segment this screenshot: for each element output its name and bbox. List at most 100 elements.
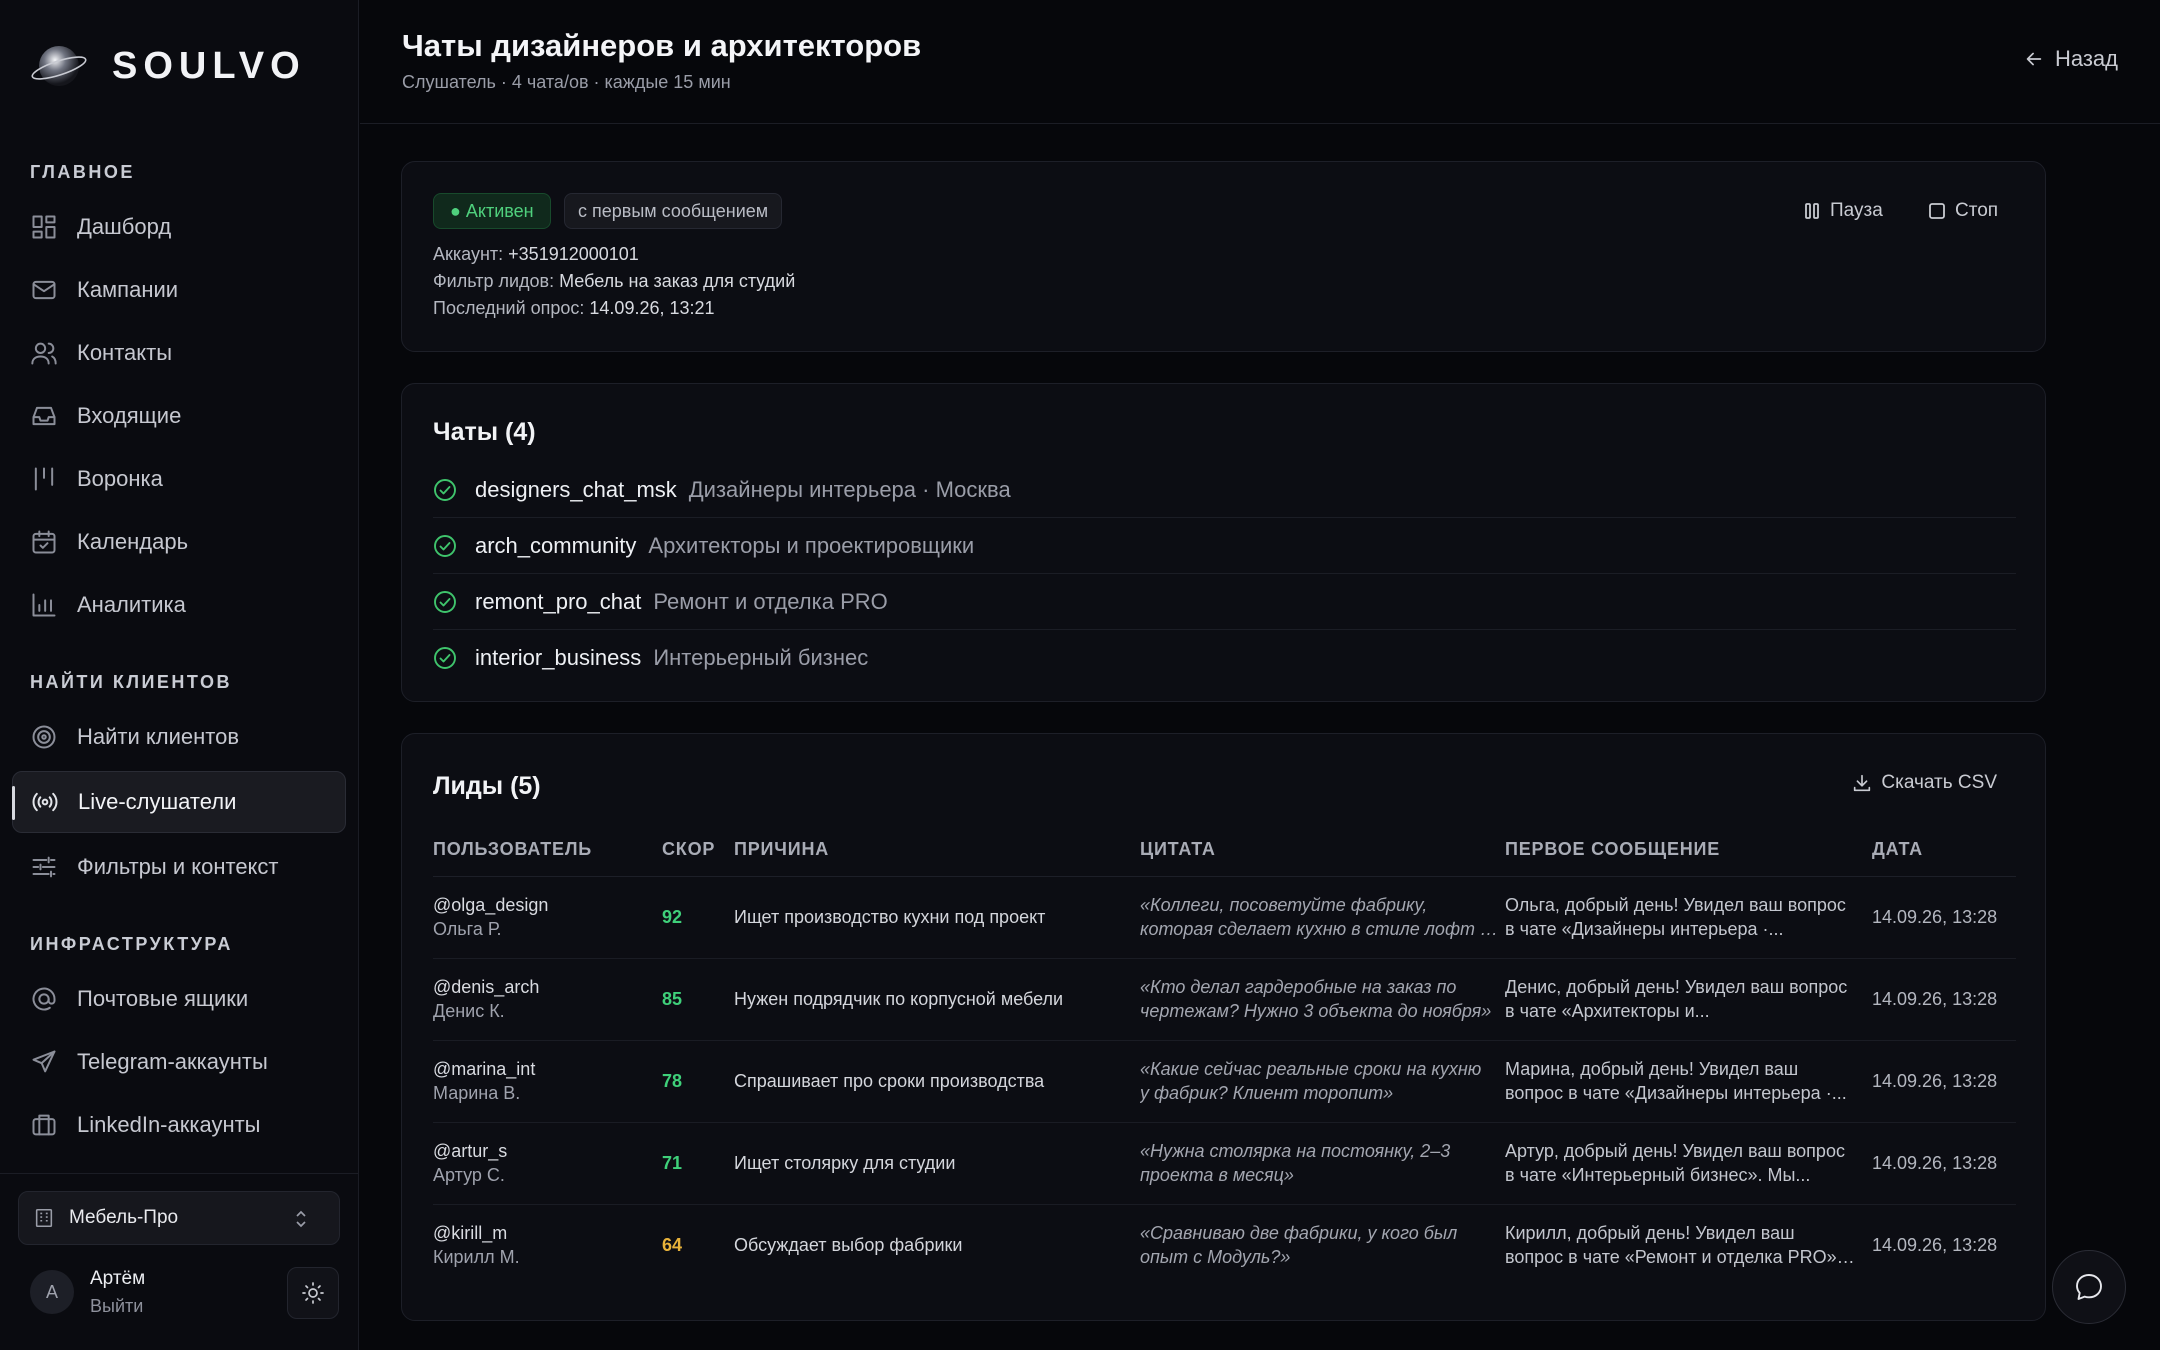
chat-handle: arch_community — [475, 532, 637, 558]
column-header-score[interactable]: СКОР — [662, 839, 715, 860]
lead-reason: Спрашивает про сроки производства — [734, 1071, 1045, 1091]
lead-score: 85 — [662, 989, 683, 1009]
sidebar-item-contacts[interactable]: Контакты — [12, 322, 346, 384]
column-header-quote[interactable]: ЦИТАТА — [1140, 839, 1216, 860]
sidebar-item-label: Live-слушатели — [78, 789, 237, 814]
column-header-first-message[interactable]: ПЕРВОЕ СООБЩЕНИЕ — [1505, 839, 1720, 860]
arrow-left-icon — [2026, 52, 2042, 66]
sidebar-item-label: Почтовые ящики — [77, 986, 249, 1011]
lead-user-cell: @olga_design Ольга Р. — [433, 893, 548, 941]
lead-first-message-line-1: Ольга, добрый день! Увидел ваш вопрос — [1505, 895, 1846, 915]
check-circle-icon — [434, 534, 456, 557]
stop-button[interactable]: Стоп — [1927, 200, 1998, 222]
chevron-up-down-icon — [296, 1210, 306, 1228]
chat-row[interactable]: arch_community Архитекторы и проектировщ… — [433, 518, 2016, 574]
table-row[interactable]: @olga_design Ольга Р. 92 Ищет производство … — [433, 877, 2016, 959]
lead-username[interactable]: @marina_int — [433, 1057, 535, 1081]
support-chat-button[interactable] — [2052, 1250, 2126, 1324]
logout-link[interactable]: Выйти — [90, 1296, 143, 1317]
stop-label: Стоп — [1955, 200, 1999, 221]
lead-quote-line-1: «Сравниваю две фабрики, у кого был — [1140, 1223, 1458, 1243]
chat-bubble-icon — [2076, 1274, 2102, 1300]
at-icon — [30, 985, 58, 1013]
lead-name: Кирилл М. — [433, 1247, 520, 1267]
section-title-find-clients: НАЙТИ КЛИЕНТОВ — [30, 672, 232, 692]
planet-logo-icon — [30, 40, 88, 92]
lead-username[interactable]: @kirill_m — [433, 1221, 520, 1245]
lead-username[interactable]: @olga_design — [433, 893, 548, 917]
chat-row[interactable]: interior_business Интерьерный бизнес — [433, 630, 2016, 686]
sidebar-item-analytics[interactable]: Аналитика — [12, 574, 346, 636]
sidebar-item-dashboard[interactable]: Дашборд — [12, 196, 346, 258]
sidebar-item-linkedin[interactable]: LinkedIn-аккаунты — [12, 1094, 346, 1156]
lead-quote-line-1: «Какие сейчас реальные сроки на кухню — [1140, 1059, 1482, 1079]
chat-description: Архитекторы и проектировщики — [648, 532, 975, 558]
table-row[interactable]: @kirill_m Кирилл М. 64 Обсуждает выбор фабр… — [433, 1205, 2016, 1287]
sidebar-item-campaigns[interactable]: Кампании — [12, 259, 346, 321]
pause-button[interactable]: Пауза — [1802, 200, 1883, 222]
leads-card: Лиды (5) Скачать CSV ПОЛЬЗОВАТЕЛЬ СКОР П… — [401, 733, 2046, 1321]
sliders-icon — [30, 853, 58, 881]
column-header-reason[interactable]: ПРИЧИНА — [734, 839, 829, 860]
status-badge: ● Активен — [433, 193, 551, 229]
sidebar-item-label: Кампании — [77, 277, 179, 302]
brand-logo[interactable]: SOULVO — [30, 40, 306, 92]
lead-date: 14.09.26, 13:28 — [1872, 907, 1998, 927]
pause-label: Пауза — [1830, 200, 1883, 221]
sidebar-item-funnel[interactable]: Воронка — [12, 448, 346, 510]
leads-title: Лиды (5) — [433, 772, 541, 800]
chat-handle: interior_business — [475, 645, 642, 670]
chat-row[interactable]: designers_chat_msk Дизайнеры интерьера ·… — [433, 462, 2016, 518]
lead-date: 14.09.26, 13:28 — [1872, 989, 1998, 1009]
briefcase-icon — [30, 1111, 58, 1139]
lead-user-cell: @marina_int Марина В. — [433, 1057, 535, 1105]
last-poll-label: Последний опрос: — [433, 298, 590, 318]
sidebar-item-inbox[interactable]: Входящие — [12, 385, 346, 447]
chat-row[interactable]: remont_pro_chat Ремонт и отделка PRO — [433, 574, 2016, 630]
download-csv-button[interactable]: Скачать CSV — [1851, 772, 1997, 794]
mode-badge: с первым сообщением — [564, 193, 783, 229]
workspace-switcher[interactable]: Мебель-Про — [18, 1191, 340, 1245]
calendar-icon — [30, 528, 58, 556]
lead-first-message-line-1: Марина, добрый день! Увидел ваш — [1505, 1059, 1799, 1079]
sidebar-item-label: LinkedIn-аккаунты — [77, 1112, 261, 1137]
lead-quote-line-2: опыт с Модуль?» — [1140, 1247, 1291, 1267]
lead-quote: «Какие сейчас реальные сроки на кухню у ф… — [1140, 1057, 1498, 1105]
sidebar-item-filters[interactable]: Фильтры и контекст — [12, 836, 346, 898]
theme-toggle-button[interactable] — [287, 1267, 339, 1319]
sidebar-item-label: Дашборд — [77, 214, 172, 239]
lead-reason: Обсуждает выбор фабрики — [734, 1235, 963, 1255]
back-button[interactable]: Назад — [2023, 46, 2118, 72]
chats-card: Чаты (4) designers_chat_msk Дизайнеры ин… — [401, 383, 2046, 702]
avatar[interactable]: А — [30, 1270, 74, 1314]
check-circle-icon — [434, 647, 456, 669]
sidebar-item-telegram[interactable]: Telegram-аккаунты — [12, 1031, 346, 1093]
lead-username[interactable]: @denis_arch — [433, 975, 539, 999]
account-line: Аккаунт: +351912000101 — [433, 244, 639, 265]
lead-username[interactable]: @artur_s — [433, 1139, 507, 1163]
chat-handle: remont_pro_chat — [475, 588, 642, 614]
column-header-user[interactable]: ПОЛЬЗОВАТЕЛЬ — [433, 839, 592, 860]
section-title-infrastructure: ИНФРАСТРУКТУРА — [30, 934, 233, 954]
lead-date: 14.09.26, 13:28 — [1872, 1071, 1998, 1091]
last-poll-line: Последний опрос: 14.09.26, 13:21 — [433, 298, 715, 319]
lead-first-message-line-2: вопрос в чате «Ремонт и отделка PRO».... — [1505, 1247, 1855, 1267]
lead-reason: Нужен подрядчик по корпусной мебели — [734, 989, 1064, 1009]
chat-description: Дизайнеры интерьера · Москва — [688, 476, 1011, 502]
account-label: Аккаунт: — [433, 244, 509, 264]
lead-reason: Ищет производство кухни под проект — [734, 907, 1046, 927]
sidebar-item-live-listeners[interactable]: Live-слушатели — [12, 771, 346, 833]
sidebar-item-mailboxes[interactable]: Почтовые ящики — [12, 968, 346, 1030]
lead-quote: «Нужна столярка на постоянку, 2–3 проекта… — [1140, 1139, 1498, 1187]
table-row[interactable]: @denis_arch Денис К. 85 Нужен подрядчик по … — [433, 959, 2016, 1041]
table-row[interactable]: @artur_s Артур С. 71 Ищет столярку для студ… — [433, 1123, 2016, 1205]
sidebar-item-find-clients[interactable]: Найти клиентов — [12, 706, 346, 768]
sidebar-item-calendar[interactable]: Календарь — [12, 511, 346, 573]
lead-quote-line-1: «Коллеги, посоветуйте фабрику, — [1140, 895, 1428, 915]
column-header-date[interactable]: ДАТА — [1872, 839, 1923, 860]
table-row[interactable]: @marina_int Марина В. 78 Спрашивает про сро… — [433, 1041, 2016, 1123]
target-icon — [30, 723, 58, 751]
dashboard-icon — [30, 213, 58, 241]
lead-user-cell: @artur_s Артур С. — [433, 1139, 507, 1187]
chat-description: Ремонт и отделка PRO — [653, 588, 888, 614]
